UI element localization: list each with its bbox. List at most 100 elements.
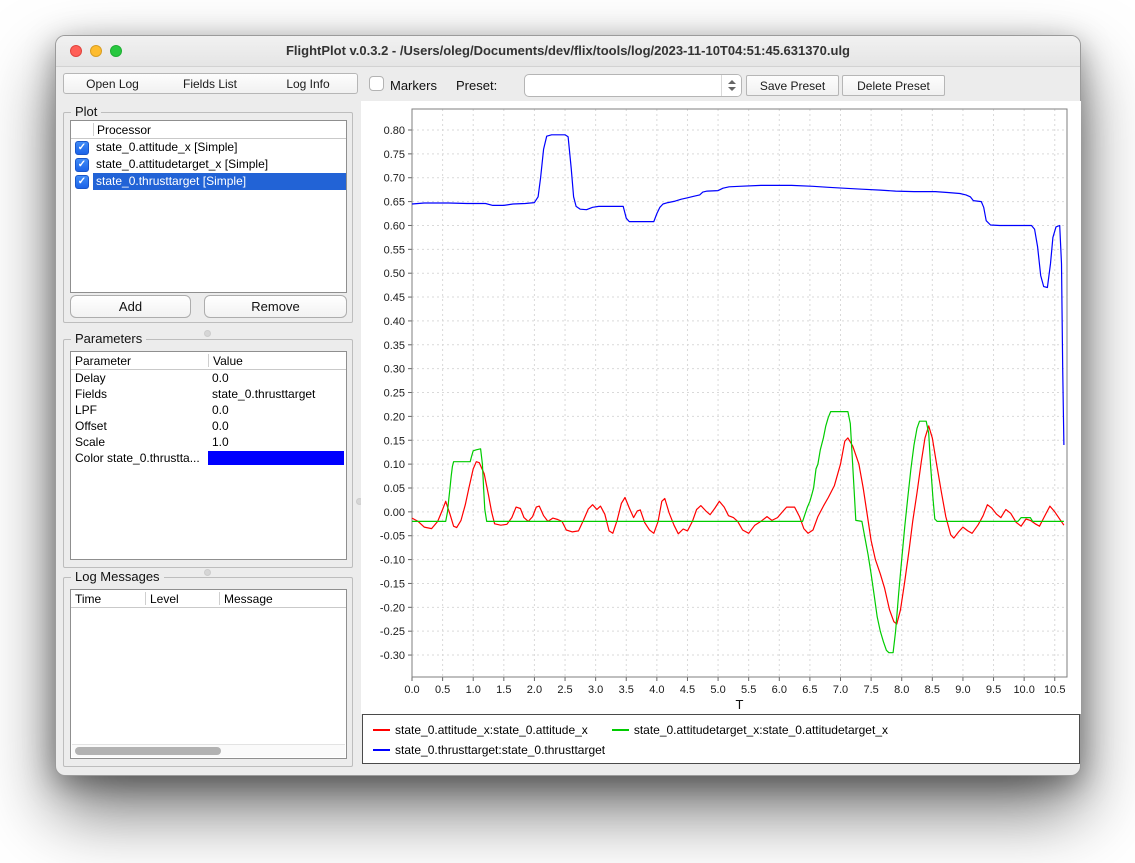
splitter-handle[interactable]	[204, 569, 211, 576]
svg-text:-0.05: -0.05	[380, 531, 405, 543]
svg-text:9.5: 9.5	[986, 684, 1001, 696]
parameter-name: Fields	[71, 387, 208, 401]
legend-entry: state_0.thrusttarget:state_0.thrusttarge…	[373, 743, 605, 757]
parameter-value[interactable]: 0.0	[208, 419, 346, 433]
chevron-down-icon	[728, 87, 736, 91]
parameters-table[interactable]: Parameter Value Delay 0.0 Fields state_0…	[70, 351, 347, 560]
svg-text:9.0: 9.0	[955, 684, 970, 696]
zoom-window-button[interactable]	[110, 45, 122, 57]
svg-text:10.0: 10.0	[1013, 684, 1034, 696]
table-row[interactable]: Delay 0.0	[71, 370, 346, 386]
parameter-value[interactable]: 0.0	[208, 403, 346, 417]
svg-text:8.5: 8.5	[925, 684, 940, 696]
app-window: FlightPlot v.0.3.2 - /Users/oleg/Documen…	[55, 35, 1081, 776]
checked-checkbox[interactable]: ✓	[75, 141, 89, 155]
svg-text:10.5: 10.5	[1044, 684, 1065, 696]
plot-group: Plot Processor ✓ state_0.attitude_x [Sim…	[63, 112, 353, 323]
svg-text:0.15: 0.15	[384, 435, 405, 447]
remove-button[interactable]: Remove	[204, 295, 347, 318]
svg-text:0.25: 0.25	[384, 388, 405, 400]
parameter-value[interactable]: 0.0	[208, 371, 346, 385]
svg-text:0.0: 0.0	[404, 684, 419, 696]
svg-text:0.30: 0.30	[384, 364, 405, 376]
processor-list[interactable]: Processor ✓ state_0.attitude_x [Simple] …	[70, 120, 347, 293]
svg-text:8.0: 8.0	[894, 684, 909, 696]
list-item[interactable]: ✓ state_0.attitudetarget_x [Simple]	[71, 156, 346, 173]
list-item-selected[interactable]: ✓ state_0.thrusttarget [Simple]	[71, 173, 346, 190]
svg-text:0.60: 0.60	[384, 220, 405, 232]
table-row[interactable]: Scale 1.0	[71, 434, 346, 450]
minimize-window-button[interactable]	[90, 45, 102, 57]
close-window-button[interactable]	[70, 45, 82, 57]
table-row[interactable]: Fields state_0.thrusttarget	[71, 386, 346, 402]
markers-checkbox[interactable]	[369, 76, 384, 91]
list-item-label: state_0.thrusttarget [Simple]	[93, 173, 346, 190]
log-messages-group: Log Messages Time Level Message	[63, 577, 353, 767]
svg-text:5.5: 5.5	[741, 684, 756, 696]
chart-svg: -0.30-0.25-0.20-0.15-0.10-0.050.000.050.…	[361, 101, 1081, 714]
log-info-button[interactable]: Log Info	[259, 73, 358, 94]
splitter-handle[interactable]	[204, 330, 211, 337]
window-title: FlightPlot v.0.3.2 - /Users/oleg/Documen…	[56, 36, 1080, 65]
level-column-header: Level	[146, 592, 219, 606]
svg-text:0.70: 0.70	[384, 173, 405, 185]
svg-text:-0.15: -0.15	[380, 578, 405, 590]
svg-text:-0.25: -0.25	[380, 626, 405, 638]
add-button[interactable]: Add	[70, 295, 191, 318]
svg-text:0.55: 0.55	[384, 244, 405, 256]
list-item-label: state_0.attitude_x [Simple]	[93, 139, 346, 156]
legend-label: state_0.attitude_x:state_0.attitude_x	[395, 723, 588, 737]
legend-label: state_0.thrusttarget:state_0.thrusttarge…	[395, 743, 605, 757]
parameter-name: Offset	[71, 419, 208, 433]
svg-text:0.5: 0.5	[435, 684, 450, 696]
parameter-color-swatch[interactable]	[208, 451, 344, 465]
svg-text:3.5: 3.5	[619, 684, 634, 696]
checked-checkbox[interactable]: ✓	[75, 175, 89, 189]
combo-stepper-icon[interactable]	[721, 75, 741, 96]
processor-list-header: Processor	[71, 121, 346, 139]
preset-label: Preset:	[456, 78, 497, 93]
plot-group-title: Plot	[71, 104, 101, 119]
table-row-color[interactable]: Color state_0.thrustta...	[71, 450, 346, 466]
log-messages-group-title: Log Messages	[71, 569, 164, 584]
parameter-column-header: Parameter	[71, 354, 208, 368]
log-messages-table[interactable]: Time Level Message	[70, 589, 347, 759]
red-line-swatch	[373, 729, 390, 731]
open-log-button[interactable]: Open Log	[63, 73, 162, 94]
parameter-name: LPF	[71, 403, 208, 417]
blue-line-swatch	[373, 749, 390, 751]
svg-text:-0.20: -0.20	[380, 602, 405, 614]
chart-legend: state_0.attitude_x:state_0.attitude_x st…	[362, 714, 1080, 764]
scrollbar-thumb[interactable]	[75, 747, 221, 755]
legend-entry: state_0.attitudetarget_x:state_0.attitud…	[612, 723, 888, 737]
svg-text:6.5: 6.5	[802, 684, 817, 696]
svg-text:0.00: 0.00	[384, 507, 405, 519]
svg-text:7.0: 7.0	[833, 684, 848, 696]
chart-panel[interactable]: -0.30-0.25-0.20-0.15-0.10-0.050.000.050.…	[361, 101, 1081, 714]
table-row[interactable]: Offset 0.0	[71, 418, 346, 434]
delete-preset-button[interactable]: Delete Preset	[842, 75, 945, 96]
table-row[interactable]: LPF 0.0	[71, 402, 346, 418]
save-preset-button[interactable]: Save Preset	[746, 75, 839, 96]
svg-text:0.35: 0.35	[384, 340, 405, 352]
svg-text:1.0: 1.0	[466, 684, 481, 696]
parameter-name: Scale	[71, 435, 208, 449]
horizontal-scrollbar[interactable]	[72, 744, 345, 757]
svg-text:0.50: 0.50	[384, 268, 405, 280]
list-item[interactable]: ✓ state_0.attitude_x [Simple]	[71, 139, 346, 156]
svg-text:5.0: 5.0	[710, 684, 725, 696]
svg-text:7.5: 7.5	[863, 684, 878, 696]
svg-text:0.45: 0.45	[384, 292, 405, 304]
list-item-label: state_0.attitudetarget_x [Simple]	[93, 156, 346, 173]
parameter-value[interactable]: state_0.thrusttarget	[208, 387, 346, 401]
svg-text:-0.30: -0.30	[380, 650, 405, 662]
processor-column-header: Processor	[94, 123, 151, 137]
svg-text:0.40: 0.40	[384, 316, 405, 328]
parameter-value[interactable]: 1.0	[208, 435, 346, 449]
log-messages-table-header: Time Level Message	[71, 590, 346, 608]
fields-list-button[interactable]: Fields List	[161, 73, 260, 94]
chevron-up-icon	[728, 80, 736, 84]
preset-combobox[interactable]	[524, 74, 742, 97]
checked-checkbox[interactable]: ✓	[75, 158, 89, 172]
message-column-header: Message	[220, 592, 273, 606]
